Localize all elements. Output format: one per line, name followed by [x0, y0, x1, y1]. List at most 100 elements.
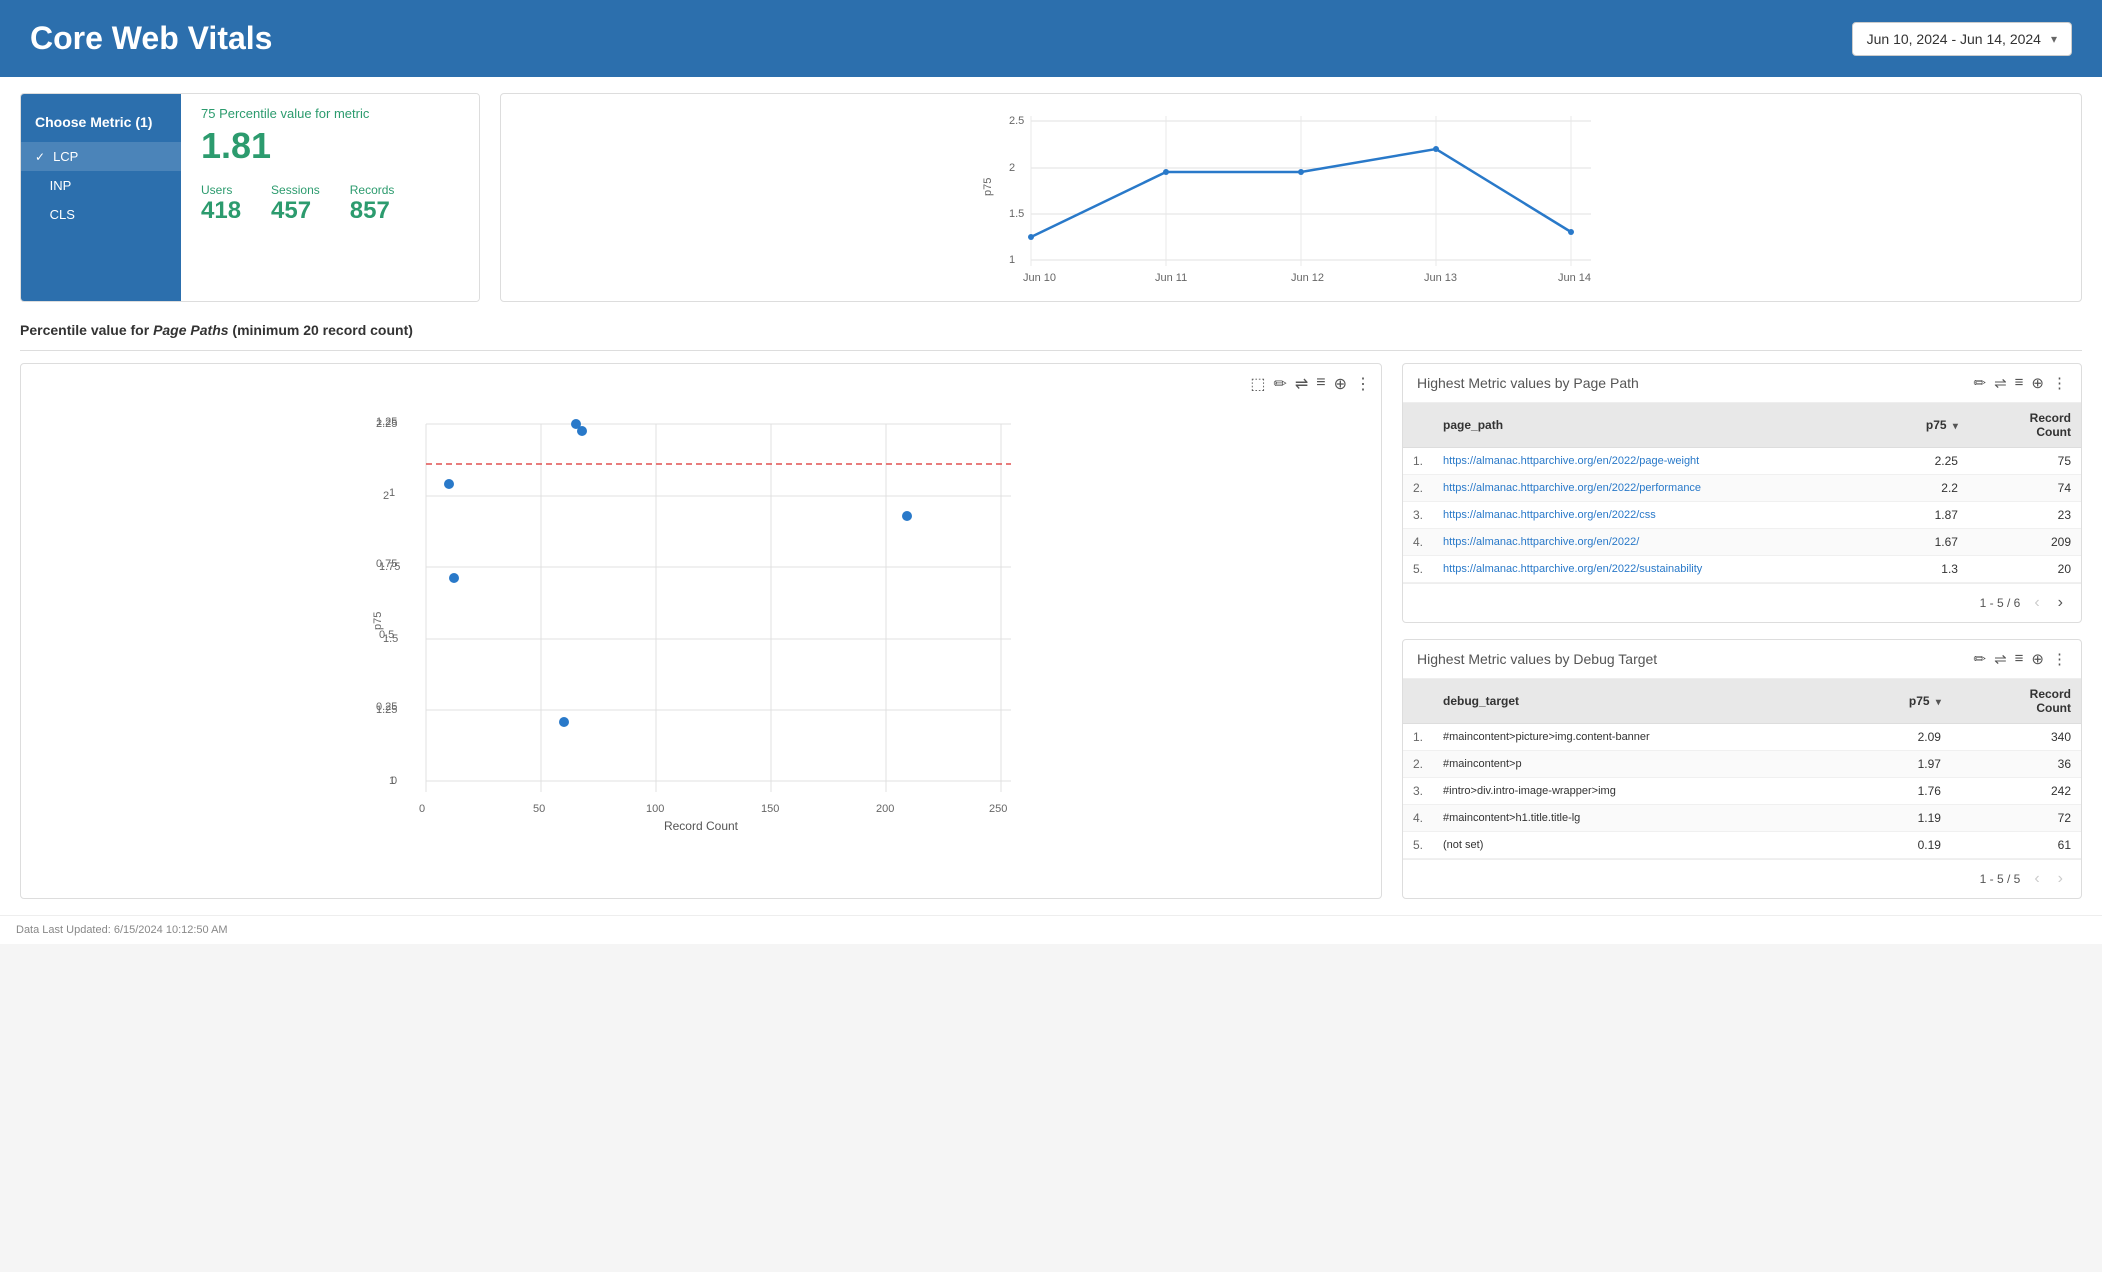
search-icon[interactable]: ⊕ [1334, 374, 1347, 394]
path-cell: https://almanac.httparchive.org/en/2022/ [1433, 529, 1884, 556]
percentile-value: 1.81 [201, 125, 459, 167]
svg-text:p75: p75 [372, 612, 384, 630]
count-cell: 242 [1951, 778, 2081, 805]
page-path-data-table: page_path p75 ▾ RecordCount 1. https://a… [1403, 403, 2081, 583]
filter-icon[interactable]: ≡ [2015, 374, 2024, 392]
col-p75[interactable]: p75 ▾ [1884, 403, 1968, 448]
svg-text:1.25: 1.25 [376, 416, 397, 428]
date-range-label: Jun 10, 2024 - Jun 14, 2024 [1867, 31, 2041, 47]
svg-text:Jun 10: Jun 10 [1023, 272, 1056, 284]
metric-inp-label: INP [50, 178, 72, 193]
p75-cell: 1.3 [1884, 556, 1968, 583]
table-row: 4. https://almanac.httparchive.org/en/20… [1403, 529, 2081, 556]
sliders-icon[interactable]: ⇌ [1994, 650, 2007, 668]
sessions-label: Sessions [271, 183, 320, 197]
pencil-icon[interactable]: ✏ [1974, 650, 1987, 668]
col-record-count[interactable]: RecordCount [1951, 679, 2081, 724]
row-num: 3. [1403, 502, 1433, 529]
bottom-section: ⬚ ✏ ⇌ ≡ ⊕ ⋮ 2.25 2 1.75 1.5 1.25 1 p75 [20, 363, 2082, 899]
count-cell: 209 [1968, 529, 2081, 556]
page-path-table-header: Highest Metric values by Page Path ✏ ⇌ ≡… [1403, 364, 2081, 403]
page-path-toolbar: ✏ ⇌ ≡ ⊕ ⋮ [1974, 374, 2068, 392]
debug-data-table: debug_target p75 ▾ RecordCount 1. #mainc… [1403, 679, 2081, 859]
row-num: 4. [1403, 805, 1433, 832]
filter-icon[interactable]: ≡ [1316, 374, 1325, 394]
svg-text:50: 50 [533, 803, 545, 815]
next-page-button[interactable]: › [2054, 868, 2067, 890]
svg-text:1.5: 1.5 [1009, 208, 1024, 220]
p75-cell: 1.87 [1884, 502, 1968, 529]
svg-text:0.25: 0.25 [376, 701, 397, 713]
metric-item-inp[interactable]: INP [21, 171, 181, 200]
next-page-button[interactable]: › [2054, 592, 2067, 614]
metric-item-cls[interactable]: CLS [21, 200, 181, 229]
target-cell: #maincontent>p [1433, 751, 1854, 778]
percentile-label: 75 Percentile value for metric [201, 106, 459, 121]
svg-text:Jun 12: Jun 12 [1291, 272, 1324, 284]
p75-cell: 1.67 [1884, 529, 1968, 556]
select-box-icon[interactable]: ⬚ [1250, 374, 1265, 394]
path-cell: https://almanac.httparchive.org/en/2022/… [1433, 475, 1884, 502]
target-cell: #maincontent>h1.title.title-lg [1433, 805, 1854, 832]
chevron-down-icon: ▾ [2051, 32, 2057, 46]
prev-page-button[interactable]: ‹ [2030, 592, 2043, 614]
count-cell: 23 [1968, 502, 2081, 529]
target-cell: #intro>div.intro-image-wrapper>img [1433, 778, 1854, 805]
svg-text:Jun 11: Jun 11 [1155, 272, 1187, 284]
metric-item-lcp[interactable]: ✓ LCP [21, 142, 181, 171]
p75-cell: 1.97 [1854, 751, 1951, 778]
more-icon[interactable]: ⋮ [2052, 650, 2067, 668]
table-row: 1. #maincontent>picture>img.content-bann… [1403, 724, 2081, 751]
filter-icon[interactable]: ≡ [2015, 650, 2024, 668]
more-icon[interactable]: ⋮ [1355, 374, 1371, 394]
date-range-selector[interactable]: Jun 10, 2024 - Jun 14, 2024 ▾ [1852, 22, 2072, 56]
search-icon[interactable]: ⊕ [2031, 650, 2044, 668]
line-chart: 2.5 2 1.5 1 p75 Jun 10 Jun 11 [500, 93, 2082, 302]
col-page-path[interactable]: page_path [1433, 403, 1884, 448]
col-p75[interactable]: p75 ▾ [1854, 679, 1951, 724]
svg-text:0.5: 0.5 [379, 629, 394, 641]
table-row: 1. https://almanac.httparchive.org/en/20… [1403, 448, 2081, 475]
debug-table-title: Highest Metric values by Debug Target [1417, 651, 1657, 667]
p75-cell: 1.76 [1854, 778, 1951, 805]
metric-cls-label: CLS [50, 207, 75, 222]
page-path-pagination: 1 - 5 / 6 ‹ › [1403, 583, 2081, 622]
col-record-count[interactable]: RecordCount [1968, 403, 2081, 448]
count-cell: 75 [1968, 448, 2081, 475]
pencil-icon[interactable]: ✏ [1273, 374, 1286, 394]
prev-page-button[interactable]: ‹ [2030, 868, 2043, 890]
row-num: 3. [1403, 778, 1433, 805]
target-cell: (not set) [1433, 832, 1854, 859]
table-row: 5. https://almanac.httparchive.org/en/20… [1403, 556, 2081, 583]
records-label: Records [350, 183, 395, 197]
p75-cell: 2.2 [1884, 475, 1968, 502]
scatter-toolbar: ⬚ ✏ ⇌ ≡ ⊕ ⋮ [31, 374, 1371, 394]
sliders-icon[interactable]: ⇌ [1994, 374, 2007, 392]
table-row: 2. https://almanac.httparchive.org/en/20… [1403, 475, 2081, 502]
path-cell: https://almanac.httparchive.org/en/2022/… [1433, 556, 1884, 583]
stats-row: Users 418 Sessions 457 Records 857 [201, 183, 459, 225]
page-title: Core Web Vitals [30, 20, 272, 57]
scatter-section-title: Percentile value for Page Paths (minimum… [20, 322, 2082, 338]
table-row: 3. #intro>div.intro-image-wrapper>img 1.… [1403, 778, 2081, 805]
users-label: Users [201, 183, 241, 197]
svg-text:1: 1 [389, 487, 395, 499]
page-header: Core Web Vitals Jun 10, 2024 - Jun 14, 2… [0, 0, 2102, 77]
more-icon[interactable]: ⋮ [2052, 374, 2067, 392]
count-cell: 72 [1951, 805, 2081, 832]
debug-table-header: Highest Metric values by Debug Target ✏ … [1403, 640, 2081, 679]
count-cell: 20 [1968, 556, 2081, 583]
scatter-panel: ⬚ ✏ ⇌ ≡ ⊕ ⋮ 2.25 2 1.75 1.5 1.25 1 p75 [20, 363, 1382, 899]
metric-chooser: Choose Metric (1) ✓ LCP INP CLS [21, 94, 181, 301]
check-icon-inp [35, 179, 42, 193]
sliders-icon[interactable]: ⇌ [1295, 374, 1308, 394]
pencil-icon[interactable]: ✏ [1974, 374, 1987, 392]
metric-panel: Choose Metric (1) ✓ LCP INP CLS 75 Perce… [20, 93, 480, 302]
p75-cell: 0.19 [1854, 832, 1951, 859]
stat-records: Records 857 [350, 183, 395, 225]
target-cell: #maincontent>picture>img.content-banner [1433, 724, 1854, 751]
col-debug-target[interactable]: debug_target [1433, 679, 1854, 724]
search-icon[interactable]: ⊕ [2031, 374, 2044, 392]
sessions-value: 457 [271, 197, 320, 225]
scatter-chart-svg: 2.25 2 1.75 1.5 1.25 1 p75 [31, 402, 1371, 832]
